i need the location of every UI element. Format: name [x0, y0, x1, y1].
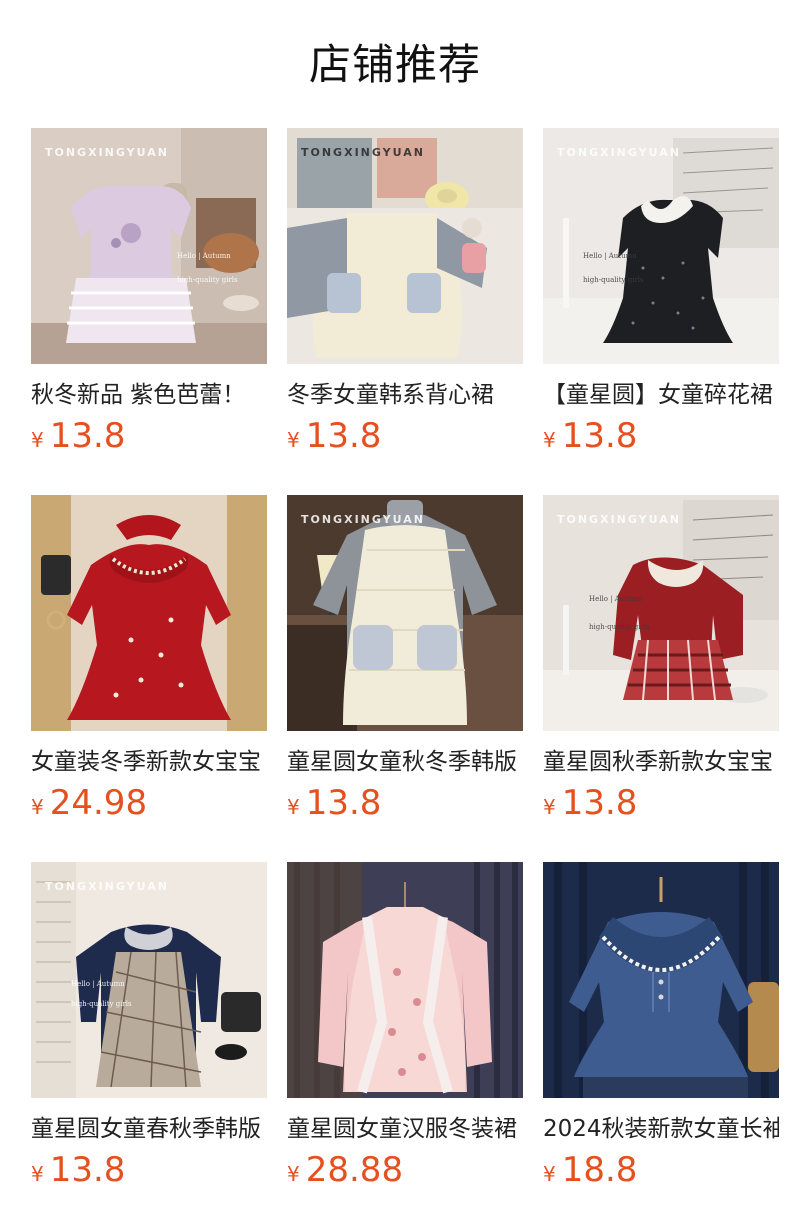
product-name[interactable]: 童星圆女童汉服冬装裙	[287, 1112, 523, 1146]
product-card[interactable]: TONGXINGYUAN Hello | Autumn high-quality…	[543, 495, 779, 825]
price-value: 13.8	[561, 416, 638, 456]
product-image[interactable]: TONGXINGYUAN Hello | Autumn high-quality…	[543, 128, 779, 364]
watermark-line: Hello | Autumn	[589, 595, 643, 603]
currency-symbol: ¥	[31, 428, 44, 452]
product-card[interactable]: 女童装冬季新款女宝宝 ¥24.98	[31, 495, 267, 825]
product-card[interactable]: TONGXINGYUAN 童星圆女童秋冬季韩版 ¥13.8	[287, 495, 523, 825]
product-image[interactable]	[543, 862, 779, 1098]
brand-watermark: TONGXINGYUAN	[45, 880, 169, 893]
product-card[interactable]: 童星圆女童汉服冬装裙 ¥28.88	[287, 862, 523, 1192]
currency-symbol: ¥	[543, 1162, 556, 1186]
price-value: 13.8	[49, 1150, 126, 1190]
product-card[interactable]: TONGXINGYUAN 冬季女童韩系背心裙 ¥13.8	[287, 128, 523, 458]
product-price: ¥13.8	[543, 781, 779, 825]
brand-watermark: TONGXINGYUAN	[557, 513, 681, 526]
price-value: 13.8	[49, 416, 126, 456]
product-card[interactable]: TONGXINGYUAN Hello | Autumn high-quality…	[31, 128, 267, 458]
product-image[interactable]: TONGXINGYUAN Hello | Autumn high-quality…	[31, 862, 267, 1098]
product-price: ¥13.8	[287, 781, 523, 825]
section-title: 店铺推荐	[308, 40, 481, 89]
brand-watermark: TONGXINGYUAN	[301, 146, 425, 159]
currency-symbol: ¥	[287, 795, 300, 819]
brand-watermark: TONGXINGYUAN	[301, 513, 425, 526]
product-card[interactable]: 2024秋装新款女童长袖 ¥18.8	[543, 862, 779, 1192]
watermark-line: high-quality girls	[583, 276, 644, 284]
brand-watermark: TONGXINGYUAN	[45, 146, 169, 159]
product-price: ¥13.8	[31, 414, 267, 458]
currency-symbol: ¥	[31, 1162, 44, 1186]
product-image[interactable]: TONGXINGYUAN	[287, 495, 523, 731]
product-name[interactable]: 冬季女童韩系背心裙	[287, 378, 523, 412]
store-recommendations-page: 店铺推荐 TONGXINGYUAN Hello | Autumn high-qu…	[0, 0, 790, 1230]
watermark-line: Hello | Autumn	[583, 252, 637, 260]
product-price: ¥13.8	[31, 1148, 267, 1192]
product-image[interactable]	[31, 495, 267, 731]
currency-symbol: ¥	[287, 1162, 300, 1186]
product-name[interactable]: 秋冬新品 紫色芭蕾！	[31, 378, 267, 412]
price-value: 13.8	[305, 783, 382, 823]
product-name[interactable]: 童星圆女童秋冬季韩版	[287, 745, 523, 779]
product-card[interactable]: TONGXINGYUAN Hello | Autumn high-quality…	[543, 128, 779, 458]
product-image[interactable]: TONGXINGYUAN Hello | Autumn high-quality…	[543, 495, 779, 731]
price-value: 24.98	[49, 783, 148, 823]
product-name[interactable]: 童星圆女童春秋季韩版	[31, 1112, 267, 1146]
product-name[interactable]: 女童装冬季新款女宝宝	[31, 745, 267, 779]
product-image[interactable]	[287, 862, 523, 1098]
product-price: ¥13.8	[287, 414, 523, 458]
product-image[interactable]: TONGXINGYUAN	[287, 128, 523, 364]
currency-symbol: ¥	[543, 428, 556, 452]
watermark-line: high-quality girls	[177, 276, 238, 284]
currency-symbol: ¥	[287, 428, 300, 452]
watermark-line: high-quality girls	[71, 1000, 132, 1008]
product-name[interactable]: 童星圆秋季新款女宝宝	[543, 745, 779, 779]
price-value: 13.8	[561, 783, 638, 823]
product-price: ¥13.8	[543, 414, 779, 458]
product-name[interactable]: 2024秋装新款女童长袖	[543, 1112, 779, 1146]
watermark-line: Hello | Autumn	[177, 252, 231, 260]
watermark-line: Hello | Autumn	[71, 980, 125, 988]
product-price: ¥28.88	[287, 1148, 523, 1192]
product-price: ¥18.8	[543, 1148, 779, 1192]
price-value: 28.88	[305, 1150, 404, 1190]
product-name[interactable]: 【童星圆】女童碎花裙	[543, 378, 779, 412]
brand-watermark: TONGXINGYUAN	[557, 146, 681, 159]
currency-symbol: ¥	[543, 795, 556, 819]
product-image[interactable]: TONGXINGYUAN Hello | Autumn high-quality…	[31, 128, 267, 364]
product-card[interactable]: TONGXINGYUAN Hello | Autumn high-quality…	[31, 862, 267, 1192]
price-value: 18.8	[561, 1150, 638, 1190]
currency-symbol: ¥	[31, 795, 44, 819]
product-price: ¥24.98	[31, 781, 267, 825]
watermark-line: high-quality girls	[589, 623, 650, 631]
price-value: 13.8	[305, 416, 382, 456]
